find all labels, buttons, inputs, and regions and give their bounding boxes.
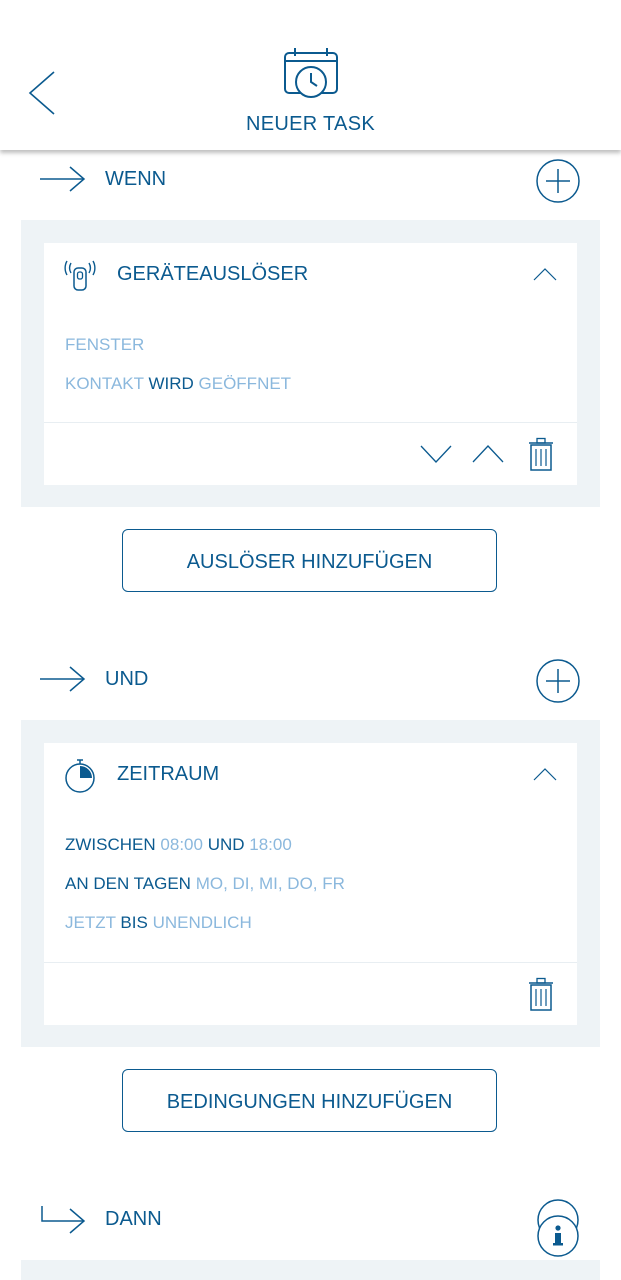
bis-label: BIS [120, 913, 148, 932]
trigger-wird: WIRD [148, 374, 194, 393]
trigger-card-header[interactable]: GERÄTEAUSLÖSER [44, 243, 577, 305]
days-label: AN DEN TAGEN [65, 874, 191, 893]
section-dann-label: DANN [105, 1208, 162, 1230]
action-panel [21, 1260, 600, 1280]
page-title: NEUER TASK [246, 113, 375, 135]
delete-trash-icon[interactable] [528, 437, 554, 471]
remote-sensor-icon [64, 260, 96, 291]
trigger-event-line: KONTAKT WIRD GEÖFFNET [65, 374, 291, 394]
condition-card-header[interactable]: ZEITRAUM [44, 743, 577, 805]
und-label: UND [207, 835, 245, 854]
section-dann: DANN [0, 1194, 621, 1244]
add-condition-button[interactable]: BEDINGUNGEN HINZUFÜGEN [122, 1069, 497, 1132]
time-range-line: ZWISCHEN 08:00 UND 18:00 [65, 835, 292, 855]
validity-line: JETZT BIS UNENDLICH [65, 913, 252, 933]
add-trigger-plus-icon[interactable] [535, 158, 581, 204]
back-chevron-icon[interactable] [24, 70, 64, 116]
app-header: NEUER TASK [0, 0, 621, 150]
info-icon[interactable] [535, 1198, 581, 1258]
trigger-state: GEÖFFNET [198, 374, 292, 393]
collapse-chevron-up-icon[interactable] [532, 765, 558, 783]
stopwatch-icon [65, 759, 95, 793]
calendar-clock-icon [284, 48, 338, 98]
card-divider [44, 422, 577, 423]
section-und: UND [0, 654, 621, 704]
device-name: FENSTER [65, 335, 145, 354]
add-condition-plus-icon[interactable] [535, 658, 581, 704]
section-wenn: WENN [0, 154, 621, 204]
validity-start[interactable]: JETZT [65, 913, 116, 932]
trigger-device-line: FENSTER [65, 335, 144, 355]
arrow-bend-right-icon [41, 1206, 86, 1234]
end-time[interactable]: 18:00 [249, 835, 292, 854]
days-line: AN DEN TAGEN MO, DI, MI, DO, FR [65, 874, 345, 894]
delete-trash-icon[interactable] [528, 977, 554, 1011]
card-divider [44, 962, 577, 963]
validity-end[interactable]: UNENDLICH [153, 913, 252, 932]
section-wenn-label: WENN [105, 168, 167, 190]
trigger-panel: GERÄTEAUSLÖSER FENSTER KONTAKT WIRD GEÖF… [21, 220, 600, 507]
arrow-right-icon [40, 666, 86, 692]
condition-panel: ZEITRAUM ZWISCHEN 08:00 UND 18:00 AN DEN… [21, 720, 600, 1047]
trigger-card: GERÄTEAUSLÖSER FENSTER KONTAKT WIRD GEÖF… [44, 243, 577, 485]
start-time[interactable]: 08:00 [160, 835, 203, 854]
move-down-chevron-icon[interactable] [419, 442, 453, 466]
arrow-right-icon [40, 166, 86, 192]
trigger-kontakt: KONTAKT [65, 374, 144, 393]
days-value[interactable]: MO, DI, MI, DO, FR [196, 874, 345, 893]
collapse-chevron-up-icon[interactable] [532, 265, 558, 283]
condition-card: ZEITRAUM ZWISCHEN 08:00 UND 18:00 AN DEN… [44, 743, 577, 1025]
condition-card-title: ZEITRAUM [117, 763, 220, 785]
move-up-chevron-icon[interactable] [471, 442, 505, 466]
add-trigger-button[interactable]: AUSLÖSER HINZUFÜGEN [122, 529, 497, 592]
section-und-label: UND [105, 668, 149, 690]
zwischen-label: ZWISCHEN [65, 835, 156, 854]
trigger-card-title: GERÄTEAUSLÖSER [117, 263, 309, 285]
